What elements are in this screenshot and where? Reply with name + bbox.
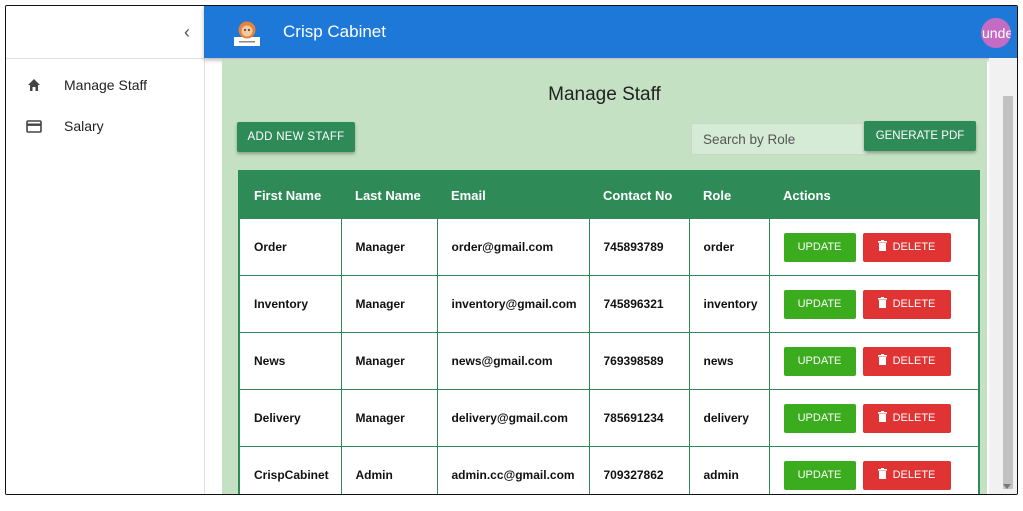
table-header-row: First Name Last Name Email Contact No Ro… xyxy=(240,172,978,219)
delete-button[interactable]: DELETE xyxy=(862,289,951,319)
sidebar-item-salary[interactable]: Salary xyxy=(6,113,204,139)
scrollbar-thumb[interactable] xyxy=(1003,96,1013,489)
cell-contact: 709327862 xyxy=(589,446,690,494)
cell-email: news@gmail.com xyxy=(437,332,590,390)
cell-first-name: News xyxy=(240,332,342,390)
column-header: Actions xyxy=(769,172,978,219)
app-title: Crisp Cabinet xyxy=(283,22,386,41)
delete-button[interactable]: DELETE xyxy=(862,460,951,490)
sidebar-item-label: Salary xyxy=(64,118,104,134)
table-row: Inventory Manager inventory@gmail.com 74… xyxy=(240,275,978,333)
column-header: Contact No xyxy=(589,172,689,219)
home-icon xyxy=(24,78,44,92)
delete-button[interactable]: DELETE xyxy=(862,232,951,262)
chevron-left-icon[interactable]: ‹ xyxy=(184,22,190,43)
cell-first-name: Inventory xyxy=(240,275,342,333)
cell-first-name: CrispCabinet xyxy=(240,446,342,494)
app-window: ‹ Manage Staff Salary Crisp Cabinet unde… xyxy=(5,5,1018,495)
trash-icon xyxy=(877,240,887,254)
trash-icon xyxy=(877,354,887,368)
cell-contact: 745896321 xyxy=(589,275,690,333)
delete-label: DELETE xyxy=(892,298,936,310)
table-row: CrispCabinet Admin admin.cc@gmail.com 70… xyxy=(240,446,978,494)
staff-table: First Name Last Name Email Contact No Ro… xyxy=(238,170,980,494)
cell-contact: 769398589 xyxy=(589,332,690,390)
main-content: Manage Staff ADD NEW STAFF GENERATE PDF … xyxy=(222,60,987,494)
cell-last-name: Manager xyxy=(341,218,438,276)
trash-icon xyxy=(877,468,887,482)
sidebar: ‹ Manage Staff Salary xyxy=(6,6,205,494)
table-row: Order Manager order@gmail.com 745893789 … xyxy=(240,218,978,276)
cell-email: inventory@gmail.com xyxy=(437,275,590,333)
cell-email: admin.cc@gmail.com xyxy=(437,446,590,494)
update-button[interactable]: UPDATE xyxy=(783,346,856,376)
table-row: Delivery Manager delivery@gmail.com 7856… xyxy=(240,389,978,447)
cell-actions: UPDATE DELETE xyxy=(769,446,978,494)
cell-contact: 745893789 xyxy=(589,218,690,276)
cell-actions: UPDATE DELETE xyxy=(769,389,978,447)
cell-last-name: Manager xyxy=(341,332,438,390)
scrollbar[interactable] xyxy=(989,58,1017,494)
trash-icon xyxy=(877,411,887,425)
credit-card-icon xyxy=(24,119,44,133)
delete-label: DELETE xyxy=(892,355,936,367)
cell-last-name: Manager xyxy=(341,275,438,333)
sidebar-item-label: Manage Staff xyxy=(64,77,148,93)
column-header: Last Name xyxy=(341,172,437,219)
crisp-cabinet-logo xyxy=(230,19,264,49)
update-button[interactable]: UPDATE xyxy=(783,460,856,490)
avatar[interactable]: undefined xyxy=(981,18,1011,48)
column-header: First Name xyxy=(240,172,341,219)
delete-button[interactable]: DELETE xyxy=(862,403,951,433)
cell-email: order@gmail.com xyxy=(437,218,590,276)
update-button[interactable]: UPDATE xyxy=(783,289,856,319)
delete-label: DELETE xyxy=(892,412,936,424)
delete-button[interactable]: DELETE xyxy=(862,346,951,376)
cell-actions: UPDATE DELETE xyxy=(769,332,978,390)
trash-icon xyxy=(877,297,887,311)
sidebar-item-manage-staff[interactable]: Manage Staff xyxy=(6,72,204,98)
page-title: Manage Staff xyxy=(548,84,661,105)
cell-email: delivery@gmail.com xyxy=(437,389,590,447)
cell-first-name: Order xyxy=(240,218,342,276)
cell-contact: 785691234 xyxy=(589,389,690,447)
search-input[interactable] xyxy=(691,123,869,155)
cell-role: inventory xyxy=(689,275,770,333)
update-button[interactable]: UPDATE xyxy=(783,232,856,262)
cell-role: admin xyxy=(689,446,770,494)
cell-actions: UPDATE DELETE xyxy=(769,275,978,333)
cell-role: news xyxy=(689,332,770,390)
column-header: Email xyxy=(437,172,589,219)
cell-actions: UPDATE DELETE xyxy=(769,218,978,276)
delete-label: DELETE xyxy=(892,241,936,253)
add-new-staff-button[interactable]: ADD NEW STAFF xyxy=(237,122,355,152)
table-row: News Manager news@gmail.com 769398589 ne… xyxy=(240,332,978,390)
cell-last-name: Manager xyxy=(341,389,438,447)
app-bar: Crisp Cabinet undefined xyxy=(204,6,1017,58)
cell-first-name: Delivery xyxy=(240,389,342,447)
cell-role: order xyxy=(689,218,770,276)
cell-role: delivery xyxy=(689,389,770,447)
update-button[interactable]: UPDATE xyxy=(783,403,856,433)
column-header: Role xyxy=(689,172,769,219)
sidebar-header: ‹ xyxy=(6,6,204,59)
cell-last-name: Admin xyxy=(341,446,438,494)
delete-label: DELETE xyxy=(892,469,936,481)
generate-pdf-button[interactable]: GENERATE PDF xyxy=(864,121,976,151)
scroll-down-arrow-icon[interactable] xyxy=(1003,484,1011,489)
